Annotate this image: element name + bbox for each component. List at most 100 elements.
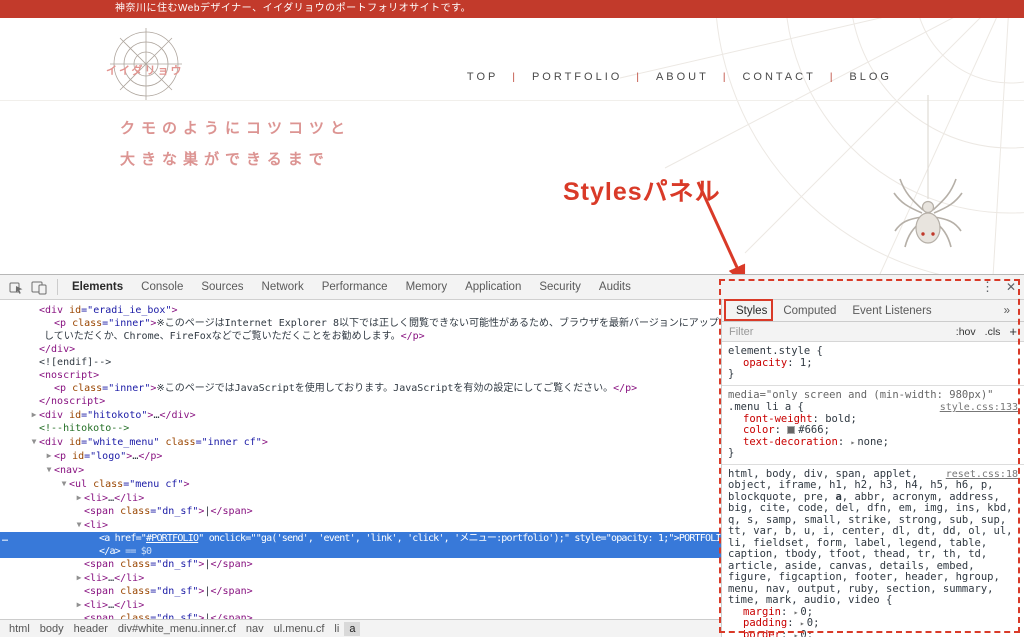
styles-sidebar: Styles Computed Event Listeners » Filter :h… [722,300,1024,637]
devtools-toolbar: Elements Console Sources Network Performance… [0,275,1024,300]
sidebar-tab-styles[interactable]: Styles [728,300,775,322]
screenshot-root: 神奈川に住むWebデザイナー、イイダリョウのポートフォリオサイトです。 イイダリ… [0,0,1024,637]
css-property[interactable]: border: ▸ 0; [728,629,1018,637]
close-icon[interactable]: ✕ [1006,280,1016,294]
breadcrumb-item[interactable]: html [4,622,35,636]
stylesheet-link[interactable]: style.css:133 [940,402,1018,414]
breadcrumb-item[interactable]: header [69,622,113,636]
nav-item-blog[interactable]: BLOG [835,71,906,83]
catchphrase: クモのようにコツコツと 大きな巣ができるまで [120,113,351,175]
style-rule: reset.css:18 html, body, div, span, apple… [722,465,1024,637]
disclosure-icon[interactable]: ▸ [850,438,855,447]
elements-pane: <div id="eradi_ie_box"> <p class="inner">… [0,300,722,637]
nav-item-about[interactable]: ABOUT [642,71,723,83]
more-options-icon[interactable]: ⋮ [981,279,994,295]
sidebar-tab-computed[interactable]: Computed [775,300,844,322]
breadcrumb: html body header div#white_menu.inner.cf nav… [0,619,721,637]
twisty-icon[interactable]: ▶ [74,598,84,611]
tree-row[interactable]: ▶ <p id="logo">…</p> [0,449,721,463]
spider-icon [893,95,963,248]
nav-item-top[interactable]: TOP [453,71,512,83]
twisty-icon[interactable]: ▶ [74,491,84,504]
tree-row[interactable]: ▶ <li>…</li> [0,598,721,612]
styles-filter-bar: Filter :hov .cls + [722,322,1024,342]
new-style-rule-button[interactable]: + [1009,324,1017,339]
nav-item-portfolio[interactable]: PORTFOLIO [518,71,636,83]
twisty-icon[interactable]: ▼ [59,477,69,490]
styles-filter-input[interactable]: Filter [729,326,956,338]
tree-row[interactable]: <p class="inner">※このページではJavaScriptを使用して… [0,382,721,395]
tree-row[interactable]: <span class="dn_sf">|</span> [0,612,721,619]
twisty-icon[interactable]: ▼ [29,435,39,448]
twisty-icon[interactable]: ▼ [74,518,84,531]
tree-row[interactable]: ▼ <div id="white_menu" class="inner cf"> [0,435,721,449]
rule-selector: reset.css:18 html, body, div, span, apple… [728,467,1018,606]
tree-row[interactable]: ▶ <li>…</li> [0,571,721,585]
disclosure-icon[interactable]: ▸ [794,608,799,617]
overflow-tabs-icon[interactable]: » [996,300,1018,322]
breadcrumb-item[interactable]: li [329,622,344,636]
devtools-panel: Elements Console Sources Network Performance… [0,274,1024,637]
devtools-tab-network[interactable]: Network [253,275,313,299]
devtools-tab-security[interactable]: Security [530,275,590,299]
sidebar-tab-event-listeners[interactable]: Event Listeners [844,300,939,322]
devtools-tab-audits[interactable]: Audits [590,275,640,299]
disclosure-icon[interactable]: ▸ [800,619,805,628]
elements-tree: <div id="eradi_ie_box"> <p class="inner">… [0,300,721,619]
tree-row[interactable]: ▼ <li> [0,518,721,532]
nav-item-contact[interactable]: CONTACT [728,71,829,83]
devtools-tab-elements[interactable]: Elements [63,275,132,299]
breadcrumb-item[interactable]: nav [241,622,269,636]
twisty-icon[interactable]: ▶ [74,571,84,584]
site-logo-text[interactable]: イイダリョウ [106,62,184,78]
tree-row[interactable]: <span class="dn_sf">|</span> [0,558,721,571]
devtools-toolbar-right: ⋮ ✕ [981,279,1024,295]
tree-row[interactable]: </div> [0,343,721,356]
tree-row[interactable]: <span class="dn_sf">|</span> [0,505,721,518]
color-swatch[interactable] [787,426,796,434]
top-banner: 神奈川に住むWebデザイナー、イイダリョウのポートフォリオサイトです。 [0,0,1024,18]
sidebar-tabs: Styles Computed Event Listeners » [722,300,1024,322]
tree-row[interactable]: <div id="eradi_ie_box"> [0,304,721,317]
catchphrase-line-1: クモのようにコツコツと [120,120,352,137]
breadcrumb-item[interactable]: div#white_menu.inner.cf [113,622,241,636]
breadcrumb-item[interactable]: a [344,622,361,636]
devtools-body: <div id="eradi_ie_box"> <p class="inner">… [0,300,1024,637]
styles-rules: element.style {opacity: 1;} media="only s… [722,342,1024,637]
devtools-tab-application[interactable]: Application [456,275,530,299]
disclosure-icon[interactable]: ▸ [794,631,799,637]
twisty-icon[interactable]: ▶ [44,449,54,462]
tree-row[interactable]: <p class="inner">※このページはInternet Explore… [0,317,721,343]
tree-row[interactable]: </noscript> [0,395,721,408]
devtools-tab-performance[interactable]: Performance [313,275,397,299]
devtools-tab-memory[interactable]: Memory [397,275,457,299]
tree-row[interactable]: ▼ <nav> [0,463,721,477]
devtools-tab-sources[interactable]: Sources [192,275,252,299]
annotation-arrow-icon [696,181,746,274]
breadcrumb-item[interactable]: ul.menu.cf [269,622,330,636]
devtools-tab-console[interactable]: Console [132,275,192,299]
tree-row[interactable]: <span class="dn_sf">|</span> [0,585,721,598]
tree-row[interactable]: … <a href="#PORTFOLIO" onclick=""ga('send… [0,532,721,545]
twisty-icon[interactable]: ▶ [29,408,39,421]
pseudo-state-button[interactable]: :hov [956,326,976,338]
device-toolbar-icon[interactable] [29,278,49,296]
inspect-icon[interactable] [6,278,26,296]
tree-row[interactable]: ▶ <div id="hitokoto">…</div> [0,408,721,422]
tree-row[interactable]: ▶ <li>…</li> [0,491,721,505]
css-property[interactable]: opacity: 1; [728,357,1018,370]
catchphrase-line-2: 大きな巣ができるまで [120,151,330,168]
tree-row[interactable]: <!--hitokoto--> [0,422,721,435]
tree-row[interactable]: ▼ <ul class="menu cf"> [0,477,721,491]
tree-row[interactable]: </a> == $0 [0,545,721,558]
css-property[interactable]: text-decoration: ▸ none; [728,436,1018,449]
style-rule: media="only screen and (min-width: 980px… [722,386,1024,465]
styles-filter-controls: :hov .cls + [956,324,1017,339]
site-hero: イイダリョウ TOP | PORTFOLIO | ABOUT | CONTACT | BLOG … [0,18,1024,274]
breadcrumb-item[interactable]: body [35,622,69,636]
class-toggle-button[interactable]: .cls [985,326,1001,338]
toolbar-divider [57,279,58,295]
tree-row[interactable]: <noscript> [0,369,721,382]
tree-row[interactable]: <![endif]--> [0,356,721,369]
twisty-icon[interactable]: ▼ [44,463,54,476]
